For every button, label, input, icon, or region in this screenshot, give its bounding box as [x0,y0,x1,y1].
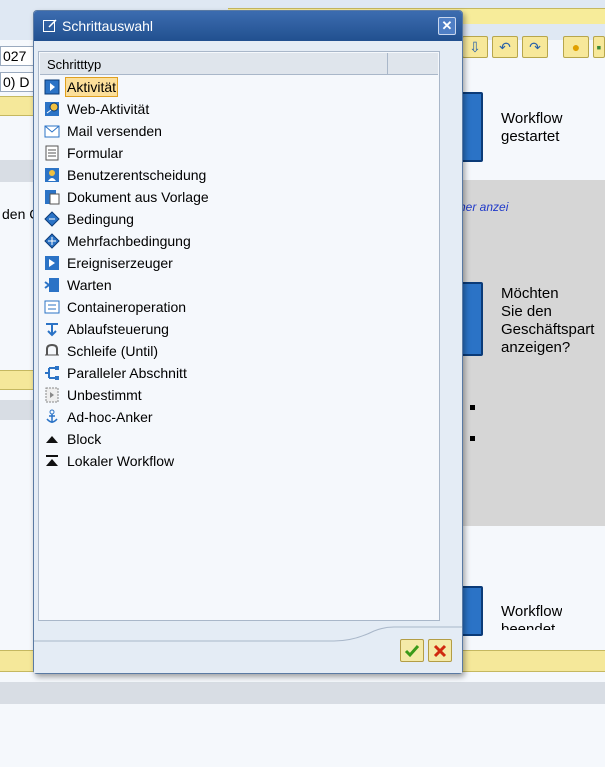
loop-icon [43,342,61,360]
list-item-label: Mehrfachbedingung [67,233,191,249]
background-bottom-grey [0,682,605,704]
step-type-rows: Aktivität Web-Aktivität Mail versenden Form… [40,76,438,472]
list-item[interactable]: Ablaufsteuerung [40,318,438,340]
workflow-end-label: Workflow beendet [501,603,563,630]
list-item[interactable]: Block [40,428,438,450]
cancel-button[interactable] [428,639,452,662]
decision-branch-marker [470,436,475,441]
undo-icon[interactable]: ↶ [492,36,518,58]
dialog-title: Schrittauswahl [62,18,154,34]
pot-icon[interactable]: ● [563,36,589,58]
mail-icon [43,122,61,140]
list-item-label: Benutzerentscheidung [67,167,207,183]
list-item-label: Warten [67,277,112,293]
column-header-step-type[interactable]: Schritttyp [47,57,101,72]
list-item[interactable]: Bedingung [40,208,438,230]
form-icon [43,144,61,162]
step-selection-dialog: Schrittauswahl ✕ Schritttyp Aktivität Web… [33,10,463,674]
list-item-label: Block [67,431,102,447]
decision-branch-marker [470,405,475,410]
list-item-label: Ablaufsteuerung [67,321,169,337]
block-icon [43,430,61,448]
list-item[interactable]: Lokaler Workflow [40,450,438,472]
list-item-label: Dokument aus Vorlage [67,189,209,205]
list-item[interactable]: Ad-hoc-Anker [40,406,438,428]
list-item[interactable]: Warten [40,274,438,296]
list-item[interactable]: Aktivität [40,76,438,98]
list-item[interactable]: Paralleler Abschnitt [40,362,438,384]
cancel-x-icon [433,644,447,657]
list-header: Schritttyp [40,53,438,75]
dialog-footer [34,623,462,673]
activity-icon [43,78,61,96]
list-item[interactable]: Ereigniserzeuger [40,252,438,274]
list-item[interactable]: Benutzerentscheidung [40,164,438,186]
checkmark-icon [404,644,420,657]
column-separator[interactable] [387,53,388,75]
list-item-label: Aktivität [64,77,119,97]
list-item-label: Web-Aktivität [67,101,150,117]
list-item[interactable]: Mehrfachbedingung [40,230,438,252]
step-type-list: Schritttyp Aktivität Web-Aktivität Mail ve… [38,51,440,621]
list-item[interactable]: Formular [40,142,438,164]
list-item-label: Lokaler Workflow [67,453,175,469]
event-creator-icon [43,254,61,272]
list-item-label: Ereigniserzeuger [67,255,173,271]
toolbar-more-icon[interactable]: ▪ [593,36,605,58]
document-template-icon [43,188,61,206]
footer-curve [34,626,462,642]
anchor-icon [43,408,61,426]
list-item[interactable]: Mail versenden [40,120,438,142]
list-item-label: Mail versenden [67,123,162,139]
list-item[interactable]: Web-Aktivität [40,98,438,120]
wait-icon [43,276,61,294]
multiple-condition-icon [43,232,61,250]
list-item-label: Paralleler Abschnitt [67,365,187,381]
user-decision-icon [43,166,61,184]
undefined-icon [43,386,61,404]
list-item[interactable]: Unbestimmt [40,384,438,406]
list-item[interactable]: Dokument aus Vorlage [40,186,438,208]
list-item-label: Ad-hoc-Anker [67,409,153,425]
list-item-label: Unbestimmt [67,387,142,403]
list-item[interactable]: Containeroperation [40,296,438,318]
dialog-window-icon [43,19,57,32]
display-partner-link[interactable]: rner anzei [455,200,508,214]
list-item-label: Formular [67,145,124,161]
list-item-label: Containeroperation [67,299,187,315]
workflow-decision-label: Möchten Sie den Geschäftspart anzeigen? [501,285,595,356]
confirm-button[interactable] [400,639,424,662]
list-item-label: Bedingung [67,211,134,227]
process-control-icon [43,320,61,338]
container-operation-icon [43,298,61,316]
dialog-titlebar[interactable]: Schrittauswahl ✕ [34,11,462,41]
parallel-section-icon [43,364,61,382]
workflow-start-label: Workflow gestartet [501,110,563,145]
redo-icon[interactable]: ↷ [522,36,548,58]
local-workflow-icon [43,452,61,470]
close-icon[interactable]: ✕ [438,17,456,35]
web-activity-icon [43,100,61,118]
list-item-label: Schleife (Until) [67,343,159,359]
condition-icon [43,210,61,228]
download-icon[interactable]: ⇩ [462,36,488,58]
list-item[interactable]: Schleife (Until) [40,340,438,362]
